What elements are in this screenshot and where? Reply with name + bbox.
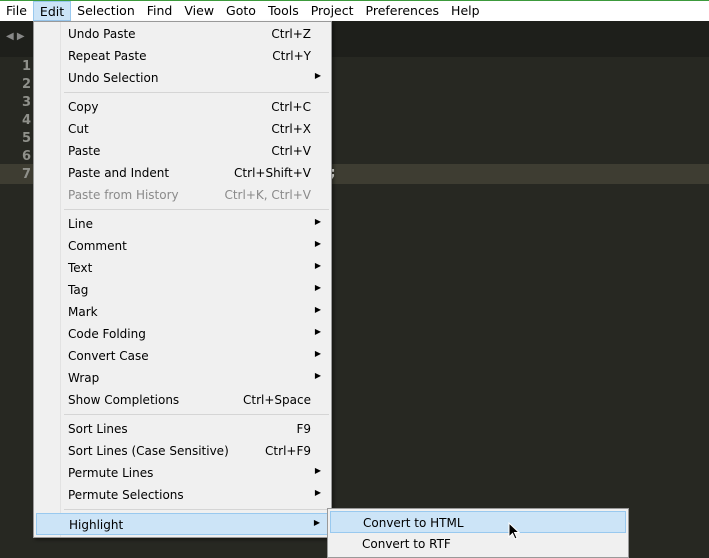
menu-help[interactable]: Help [445,1,486,21]
menu-selection[interactable]: Selection [71,1,141,21]
menu-item-convert-case[interactable]: Convert Case ▶ [36,345,329,367]
menu-item-permute-lines[interactable]: Permute Lines ▶ [36,462,329,484]
menu-item-sort-lines[interactable]: Sort Lines F9 [36,418,329,440]
menu-edit[interactable]: Edit [32,1,72,21]
submenu-arrow-icon: ▶ [314,488,321,497]
menu-item-label: Undo Paste [68,27,136,41]
menu-item-shortcut: Ctrl+V [271,144,311,158]
menu-find[interactable]: Find [141,1,179,21]
menu-item-tag[interactable]: Tag ▶ [36,279,329,301]
menu-goto[interactable]: Goto [220,1,262,21]
menu-item-line[interactable]: Line ▶ [36,213,329,235]
submenu-item-convert-to-html[interactable]: Convert to HTML [330,511,626,533]
menu-item-label: Sort Lines (Case Sensitive) [68,444,229,458]
submenu-arrow-icon: ▶ [314,239,321,248]
tab-scroll-arrows-icon[interactable]: ◀ ▶ [6,31,25,42]
menu-item-label: Permute Selections [68,488,184,502]
menu-item-shortcut: Ctrl+C [271,100,311,114]
submenu-arrow-icon: ▶ [314,217,321,226]
menu-tools[interactable]: Tools [262,1,305,21]
menu-item-cut[interactable]: Cut Ctrl+X [36,118,329,140]
line-number: 3 [22,95,32,110]
menu-separator [64,92,329,93]
menu-item-repeat-paste[interactable]: Repeat Paste Ctrl+Y [36,45,329,67]
submenu-item-convert-to-rtf[interactable]: Convert to RTF [330,533,626,555]
menu-item-label: Highlight [69,518,124,532]
menu-project[interactable]: Project [305,1,360,21]
menu-item-label: Code Folding [68,327,146,341]
menu-item-shortcut: Ctrl+K, Ctrl+V [224,188,311,202]
menu-item-label: Sort Lines [68,422,128,436]
menu-file[interactable]: File [0,1,33,21]
menu-separator [64,509,329,510]
menu-item-label: Convert to RTF [362,537,451,551]
menu-item-label: Wrap [68,371,100,385]
menu-item-comment[interactable]: Comment ▶ [36,235,329,257]
menu-item-label: Show Completions [68,393,180,407]
menu-item-shortcut: Ctrl+Y [272,49,311,63]
menu-separator [64,209,329,210]
menu-item-label: Permute Lines [68,466,154,480]
submenu-arrow-icon: ▶ [314,349,321,358]
menu-item-mark[interactable]: Mark ▶ [36,301,329,323]
menu-item-show-completions[interactable]: Show Completions Ctrl+Space [36,389,329,411]
line-number: 6 [22,149,32,164]
line-number: 4 [22,113,32,128]
menu-item-label: Paste and Indent [68,166,170,180]
line-number: 5 [22,131,32,146]
menu-item-highlight[interactable]: Highlight ▶ [36,513,329,535]
menu-item-label: Tag [68,283,89,297]
menu-bar: File Edit Selection Find View Goto Tools Projec… [0,0,709,21]
highlight-submenu: Convert to HTML Convert to RTF [327,508,629,558]
submenu-arrow-icon: ▶ [314,283,321,292]
menu-item-label: Cut [68,122,89,136]
menu-item-paste-from-history: Paste from History Ctrl+K, Ctrl+V [36,184,329,206]
menu-item-copy[interactable]: Copy Ctrl+C [36,96,329,118]
submenu-arrow-icon: ▶ [314,327,321,336]
menu-item-label: Undo Selection [68,71,159,85]
menu-item-label: Convert to HTML [363,516,464,530]
menu-preferences[interactable]: Preferences [360,1,446,21]
edit-menu: Undo Paste Ctrl+Z Repeat Paste Ctrl+Y Undo S… [33,21,332,538]
line-number: 1 [22,59,32,74]
menu-item-label: Paste from History [68,188,179,202]
menu-item-label: Copy [68,100,99,114]
menu-item-shortcut: Ctrl+Z [271,27,311,41]
menu-item-shortcut: Ctrl+F9 [265,444,311,458]
submenu-arrow-icon: ▶ [314,261,321,270]
submenu-arrow-icon: ▶ [314,371,321,380]
submenu-arrow-icon: ▶ [314,305,321,314]
menu-item-code-folding[interactable]: Code Folding ▶ [36,323,329,345]
menu-item-wrap[interactable]: Wrap ▶ [36,367,329,389]
menu-item-sort-lines-case-sensitive[interactable]: Sort Lines (Case Sensitive) Ctrl+F9 [36,440,329,462]
menu-item-paste[interactable]: Paste Ctrl+V [36,140,329,162]
menu-item-paste-and-indent[interactable]: Paste and Indent Ctrl+Shift+V [36,162,329,184]
menu-item-label: Mark [68,305,98,319]
menu-item-permute-selections[interactable]: Permute Selections ▶ [36,484,329,506]
menu-item-undo-paste[interactable]: Undo Paste Ctrl+Z [36,23,329,45]
submenu-arrow-icon: ▶ [314,71,321,80]
menu-item-label: Line [68,217,94,231]
line-number: 7 [22,167,32,182]
line-number: 2 [22,77,32,92]
submenu-arrow-icon: ▶ [314,466,321,475]
submenu-arrow-icon: ▶ [313,518,320,527]
menu-item-label: Comment [68,239,127,253]
mouse-cursor-icon [508,522,520,540]
menu-item-label: Paste [68,144,101,158]
menu-item-text[interactable]: Text ▶ [36,257,329,279]
menu-item-shortcut: F9 [296,422,311,436]
menu-view[interactable]: View [178,1,220,21]
menu-item-label: Convert Case [68,349,149,363]
menu-item-shortcut: Ctrl+X [271,122,311,136]
menu-item-label: Text [68,261,93,275]
menu-item-label: Repeat Paste [68,49,147,63]
menu-item-shortcut: Ctrl+Space [243,393,311,407]
menu-item-shortcut: Ctrl+Shift+V [234,166,311,180]
menu-item-undo-selection[interactable]: Undo Selection ▶ [36,67,329,89]
menu-separator [64,414,329,415]
